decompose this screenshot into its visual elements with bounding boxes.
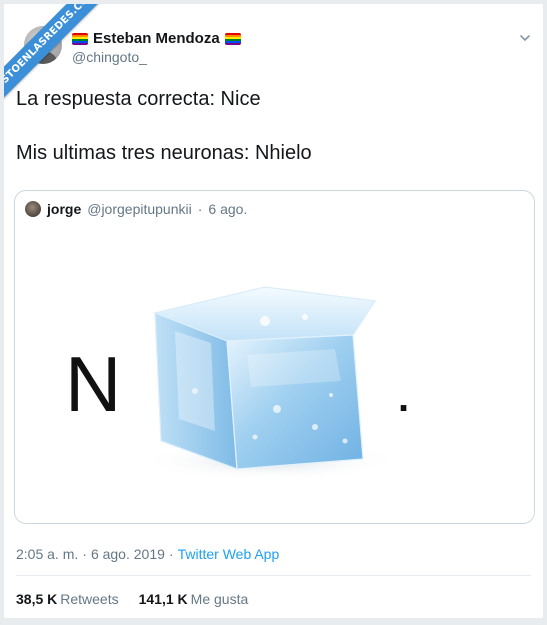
likes-label: Me gusta [190,591,249,607]
likes-count: 141,1 K [138,591,188,607]
quoted-media-image[interactable]: N . [15,231,535,523]
likes-stat[interactable]: 141,1 K Me gusta [139,591,249,607]
tweet-date[interactable]: 6 ago. 2019 [91,546,165,562]
tweet-text-line: Mis ultimas tres neuronas: Nhielo [16,142,312,164]
separator-dot: · [82,546,87,562]
divider [16,575,531,576]
quoted-author-handle[interactable]: @jorgepitupunkii [87,201,192,217]
quoted-author-name[interactable]: jorge [47,201,81,217]
media-trailing-dot: . [398,376,409,420]
ice-cube-icon [152,286,377,470]
quoted-avatar[interactable] [25,201,41,217]
tweet-time[interactable]: 2:05 a. m. [16,546,78,562]
retweets-count: 38,5 K [16,591,58,607]
rainbow-flag-icon [224,32,241,45]
tweet-source-app[interactable]: Twitter Web App [178,546,280,562]
separator-dot: · [197,201,203,217]
retweets-label: Retweets [60,591,119,607]
separator-dot: · [168,546,174,562]
tweet-meta: 2:05 a. m. · 6 ago. 2019 · Twitter Web A… [16,546,279,562]
quoted-tweet[interactable]: jorge @jorgepitupunkii · 6 ago. N . [14,190,535,524]
watermark-text: VISTOENLASREDES.COM [4,4,106,102]
retweets-stat[interactable]: 38,5 K Retweets [16,591,119,607]
media-letter: N [65,340,121,428]
tweet-card: VISTOENLASREDES.COM Esteban Mendoza @chi… [4,4,543,618]
quoted-date[interactable]: 6 ago. [208,201,247,217]
tweet-stats: 38,5 K Retweets 141,1 K Me gusta [16,591,248,607]
chevron-down-icon[interactable] [519,32,531,44]
watermark-ribbon: VISTOENLASREDES.COM [4,4,114,114]
quoted-tweet-header: jorge @jorgepitupunkii · 6 ago. [25,201,247,217]
